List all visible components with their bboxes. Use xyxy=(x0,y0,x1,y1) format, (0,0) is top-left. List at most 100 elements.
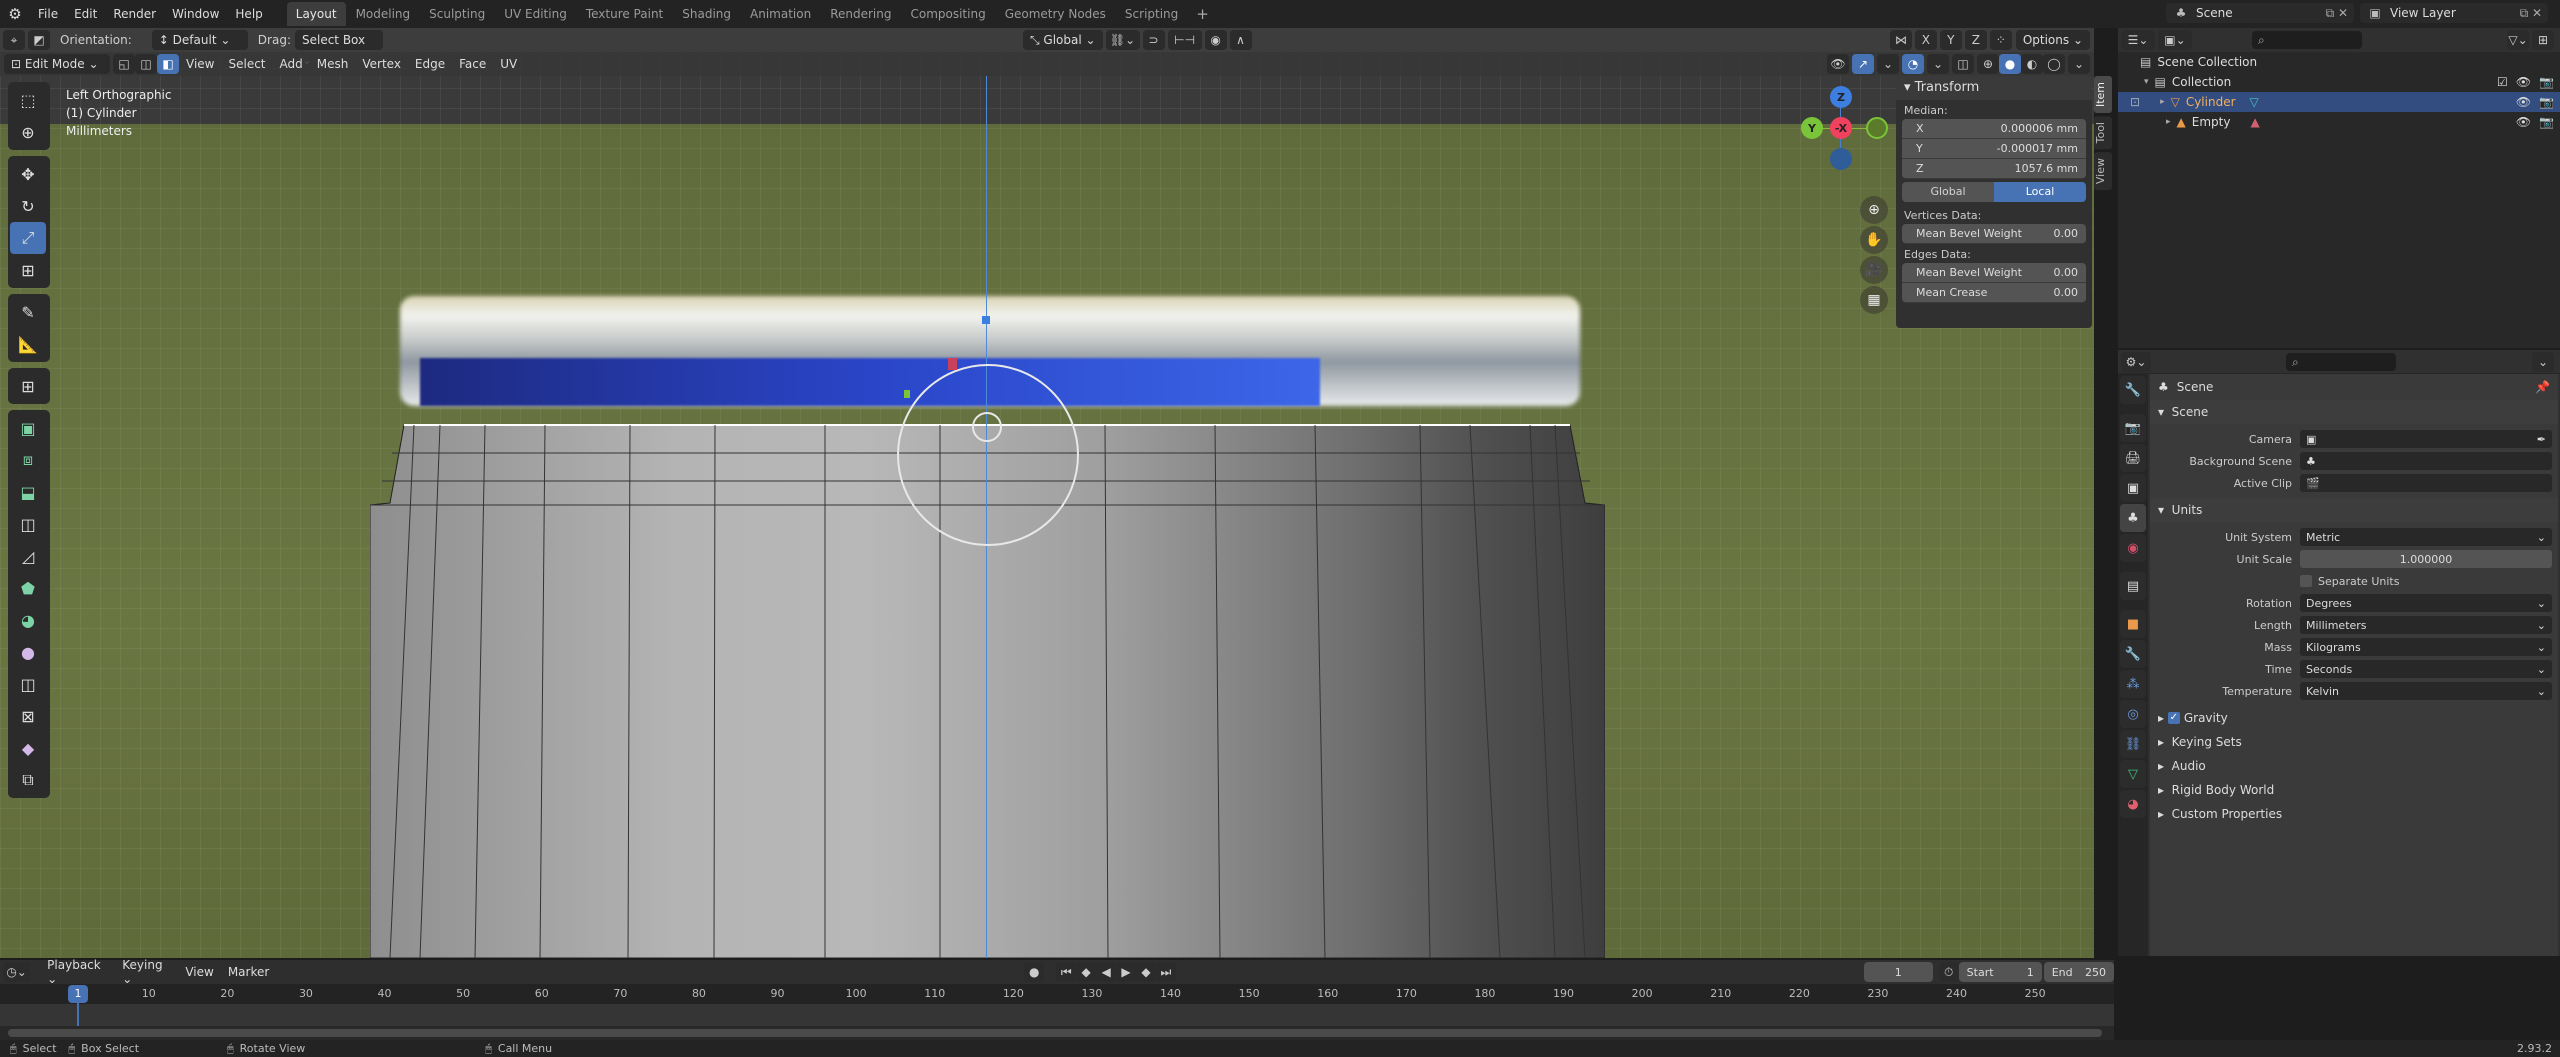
scale-tool-icon[interactable]: ⤢ xyxy=(10,222,46,254)
prev-keyframe-icon[interactable]: ◆ xyxy=(1076,962,1097,982)
jump-end-icon[interactable]: ⏭ xyxy=(1155,962,1176,982)
play-reverse-icon[interactable]: ◀ xyxy=(1096,962,1117,982)
tab-geometry-nodes[interactable]: Geometry Nodes xyxy=(996,2,1115,26)
temperature-dropdown[interactable]: Kelvin ⌄ xyxy=(2300,682,2552,700)
shading-dropdown-icon[interactable]: ⌄ xyxy=(2068,54,2090,74)
eye-icon[interactable]: 👁 xyxy=(2516,75,2531,89)
jump-start-icon[interactable]: ⏮ xyxy=(1056,962,1077,982)
time-dropdown[interactable]: Seconds ⌄ xyxy=(2300,660,2552,678)
add-cube-tool-icon[interactable]: ⊞ xyxy=(10,370,46,402)
3d-viewport[interactable]: ⌖ ◩ Orientation: ↕ Default ⌄ Drag: Selec… xyxy=(0,28,2094,958)
render-icon[interactable]: 📷 xyxy=(2539,75,2554,89)
menu-face[interactable]: Face xyxy=(452,57,493,71)
outliner-scene-collection[interactable]: ▤ Scene Collection xyxy=(2118,52,2560,72)
checkbox-icon[interactable]: ☑ xyxy=(2497,75,2508,89)
bevel-tool-icon[interactable]: ⬓ xyxy=(10,476,46,508)
poly-build-tool-icon[interactable]: ⬟ xyxy=(10,572,46,604)
menu-window[interactable]: Window xyxy=(164,0,227,28)
eye-icon[interactable]: 👁 xyxy=(2516,115,2531,129)
shear-tool-icon[interactable]: ◆ xyxy=(10,732,46,764)
tool-tab-icon[interactable]: 🔧 xyxy=(2120,376,2146,404)
mirror-x-button[interactable]: X xyxy=(1914,30,1937,50)
edge-slide-tool-icon[interactable]: ◫ xyxy=(10,668,46,700)
world-tab-icon[interactable]: ◉ xyxy=(2120,534,2146,562)
median-x-field[interactable]: X 0.000006 mm xyxy=(1902,119,2086,139)
expand-icon[interactable]: ▾ xyxy=(2144,77,2149,87)
active-clip-field[interactable]: 🎬 xyxy=(2300,474,2552,492)
tab-layout[interactable]: Layout xyxy=(286,2,346,26)
length-dropdown[interactable]: Millimeters ⌄ xyxy=(2300,616,2552,634)
audio-section[interactable]: ▸ Audio xyxy=(2150,754,2558,778)
nav-neg-y-axis[interactable] xyxy=(1866,117,1888,139)
orientation-dropdown[interactable]: ↕ Default ⌄ xyxy=(151,30,248,50)
median-z-field[interactable]: Z 1057.6 mm xyxy=(1902,159,2086,179)
rotation-dropdown[interactable]: Degrees ⌄ xyxy=(2300,594,2552,612)
xray-icon[interactable]: ◫ xyxy=(1952,54,1974,74)
render-icon[interactable]: 📷 xyxy=(2539,115,2554,129)
eye-icon[interactable]: 👁 xyxy=(2516,95,2531,109)
mode-dropdown[interactable]: ⊡ Edit Mode ⌄ xyxy=(4,54,110,74)
knife-tool-icon[interactable]: ◿ xyxy=(10,540,46,572)
tab-rendering[interactable]: Rendering xyxy=(821,2,900,26)
properties-options-icon[interactable]: ⌄ xyxy=(2532,351,2554,372)
topology-mirror-icon[interactable]: ⁘ xyxy=(1989,30,2012,50)
filter-view-icon[interactable]: ▣⌄ xyxy=(2158,30,2192,50)
mean-crease-field[interactable]: Mean Crease 0.00 xyxy=(1902,283,2086,303)
y-handle[interactable] xyxy=(904,390,910,398)
new-collection-icon[interactable]: ⊞ xyxy=(2532,30,2554,50)
menu-vertex[interactable]: Vertex xyxy=(355,57,408,71)
vertex-select-icon[interactable]: ◱ xyxy=(113,54,135,74)
modifier-tab-icon[interactable]: 🔧 xyxy=(2120,640,2146,668)
tool-icon[interactable]: ◩ xyxy=(28,30,50,50)
tab-uv-editing[interactable]: UV Editing xyxy=(495,2,576,26)
playhead[interactable]: 1 xyxy=(68,985,88,1003)
snap-icon[interactable]: ⊃ xyxy=(1142,30,1165,50)
scale-gizmo-center[interactable] xyxy=(972,412,1002,442)
keying-sets-section[interactable]: ▸ Keying Sets xyxy=(2150,730,2558,754)
mass-dropdown[interactable]: Kilograms ⌄ xyxy=(2300,638,2552,656)
rigid-body-world-section[interactable]: ▸ Rigid Body World xyxy=(2150,778,2558,802)
tab-item[interactable]: Item xyxy=(2094,76,2112,114)
tab-scripting[interactable]: Scripting xyxy=(1116,2,1187,26)
options-dropdown[interactable]: Options ⌄ xyxy=(2015,30,2090,50)
current-frame-field[interactable]: 1 xyxy=(1863,962,1933,982)
blender-logo-icon[interactable]: ⚙ xyxy=(0,5,30,23)
tab-tool[interactable]: Tool xyxy=(2094,116,2112,150)
shrink-fatten-tool-icon[interactable]: ⊠ xyxy=(10,700,46,732)
mirror-y-button[interactable]: Y xyxy=(1939,30,1962,50)
eyedropper-icon[interactable]: ✒ xyxy=(2537,433,2546,446)
view-layer-tab-icon[interactable]: ▣ xyxy=(2120,474,2146,502)
constraints-tab-icon[interactable]: ⛓ xyxy=(2120,730,2146,758)
edge-bevel-weight-field[interactable]: Mean Bevel Weight 0.00 xyxy=(1902,263,2086,283)
expand-icon[interactable]: ▸ xyxy=(2160,97,2165,107)
falloff-icon[interactable]: ∧ xyxy=(1229,30,1252,50)
z-handle[interactable] xyxy=(982,316,990,324)
material-shading-icon[interactable]: ◐ xyxy=(2021,54,2043,74)
add-workspace-icon[interactable]: + xyxy=(1188,5,1217,23)
x-handle[interactable] xyxy=(948,358,957,370)
gizmo-dropdown-icon[interactable]: ⌄ xyxy=(1877,54,1899,74)
nav-y-axis[interactable]: Y xyxy=(1801,117,1823,139)
snap-target-icon[interactable]: ⊢⊣ xyxy=(1167,30,1202,50)
face-select-icon[interactable]: ◧ xyxy=(157,54,179,74)
spin-tool-icon[interactable]: ◕ xyxy=(10,604,46,636)
view-layer-name[interactable]: View Layer xyxy=(2390,6,2456,20)
transform-orientation-dropdown[interactable]: ⤡ Global ⌄ xyxy=(1022,30,1103,50)
menu-uv[interactable]: UV xyxy=(493,57,524,71)
zoom-icon[interactable]: ⊕ xyxy=(1860,196,1888,224)
menu-add[interactable]: Add xyxy=(273,57,310,71)
mirror-z-button[interactable]: Z xyxy=(1964,30,1987,50)
gravity-checkbox[interactable]: ✓ xyxy=(2167,712,2180,724)
new-view-layer-icon[interactable]: ⧉ ✕ xyxy=(2520,6,2548,21)
outliner-cylinder[interactable]: ⊡ ▸ ▽ Cylinder ▽ 👁 📷 xyxy=(2118,92,2560,112)
material-tab-icon[interactable]: ◕ xyxy=(2120,790,2146,818)
overlay-dropdown-icon[interactable]: ⌄ xyxy=(1927,54,1949,74)
smooth-tool-icon[interactable]: ● xyxy=(10,636,46,668)
extrude-tool-icon[interactable]: ▣ xyxy=(10,412,46,444)
menu-edge[interactable]: Edge xyxy=(408,57,452,71)
collection-tab-icon[interactable]: ▤ xyxy=(2120,572,2146,600)
tab-sculpting[interactable]: Sculpting xyxy=(420,2,494,26)
nav-z-axis[interactable]: Z xyxy=(1830,86,1852,108)
render-icon[interactable]: 📷 xyxy=(2539,95,2554,109)
end-frame-field[interactable]: End 250 xyxy=(2043,962,2115,982)
